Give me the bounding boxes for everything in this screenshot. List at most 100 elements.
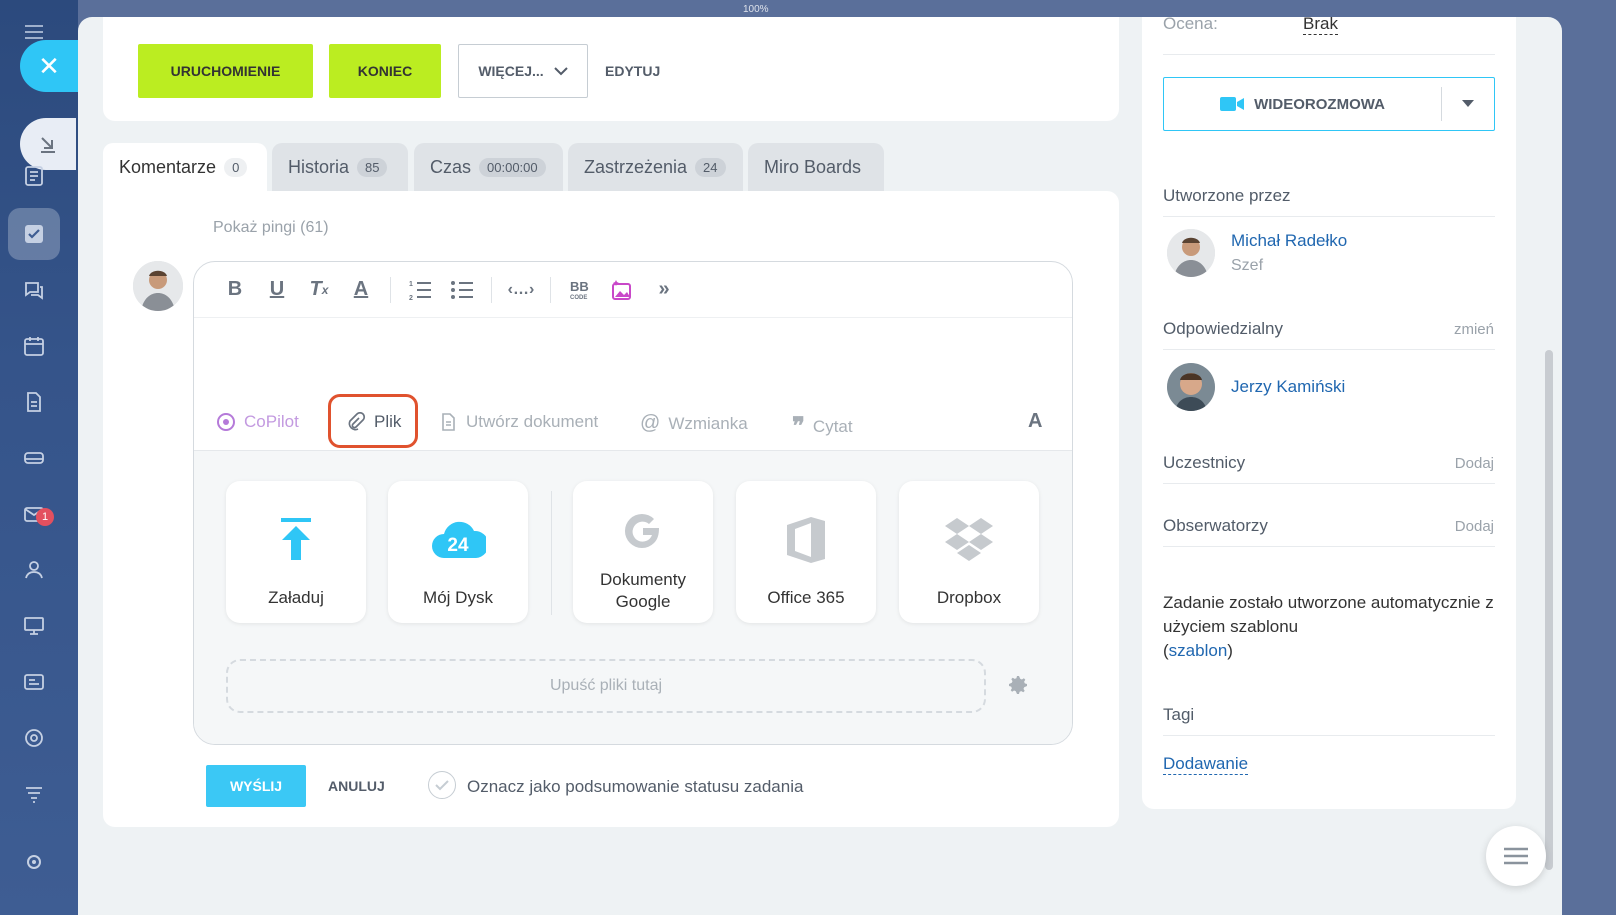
mail-badge: 1 — [36, 508, 54, 526]
close-icon: ✕ — [38, 50, 60, 81]
copilot-label: CoPilot — [244, 412, 299, 431]
bottom-menu-button[interactable] — [1486, 826, 1546, 886]
numbered-list-icon[interactable]: 12 — [399, 274, 441, 306]
my-drive-source[interactable]: 24 Mój Dysk — [388, 481, 528, 623]
svg-text:CODE: CODE — [570, 295, 587, 301]
template-link[interactable]: szablon — [1169, 641, 1228, 660]
caret-down-icon — [1462, 100, 1474, 107]
upload-source[interactable]: Załaduj — [226, 481, 366, 623]
edit-button[interactable]: EDYTUJ — [605, 63, 660, 79]
source-label: Dropbox — [936, 588, 1002, 607]
participants-label: Uczestnicy — [1163, 453, 1246, 472]
divider — [1163, 735, 1495, 736]
task-details-card: Ocena: Brak WIDEOROZMOWA Utworzone przez… — [1142, 14, 1516, 809]
user-avatar-icon — [1167, 229, 1215, 277]
change-responsible-link[interactable]: zmień — [1454, 321, 1494, 338]
finish-button[interactable]: KONIEC — [329, 44, 441, 98]
crm-icon[interactable] — [20, 668, 48, 696]
source-label: Office 365 — [767, 588, 845, 607]
drop-zone[interactable]: Upuść pliki tutaj — [226, 659, 986, 713]
avatar — [133, 261, 183, 311]
cancel-button[interactable]: ANULUJ — [328, 778, 385, 794]
tab-miro-boards[interactable]: Miro Boards — [748, 143, 884, 191]
bold-icon[interactable]: B — [214, 274, 256, 306]
add-participant-link[interactable]: Dodaj — [1455, 455, 1494, 472]
more-button[interactable]: WIĘCEJ... — [458, 44, 588, 98]
more-tools-icon[interactable]: » — [643, 274, 685, 306]
creator-role: Szef — [1231, 257, 1264, 274]
presentation-icon[interactable] — [20, 612, 48, 640]
settings-icon[interactable] — [20, 848, 48, 876]
video-call-main[interactable]: WIDEOROZMOWA — [1164, 87, 1442, 121]
chat-icon[interactable] — [20, 276, 48, 304]
copilot-button[interactable]: CoPilot — [216, 412, 299, 432]
add-tag-link[interactable]: Dodawanie — [1163, 754, 1249, 775]
font-settings-button[interactable]: A — [1028, 410, 1042, 433]
feed-icon[interactable] — [20, 162, 48, 190]
list-menu-icon — [1504, 847, 1528, 865]
mention-button[interactable]: @ Wzmianka — [640, 412, 748, 435]
video-call-dropdown[interactable] — [1442, 100, 1494, 108]
contacts-icon[interactable] — [20, 556, 48, 584]
scrollbar[interactable] — [1545, 350, 1553, 870]
responsible-name[interactable]: Jerzy Kamiński — [1231, 377, 1345, 397]
quote-icon: ❞ — [792, 413, 805, 440]
google-docs-source[interactable]: Dokumenty Google — [573, 481, 713, 623]
show-pings-link[interactable]: Pokaż pingi (61) — [213, 219, 329, 237]
target-icon[interactable] — [20, 724, 48, 752]
dropbox-icon — [945, 518, 993, 561]
code-icon[interactable]: ‹…› — [500, 274, 542, 306]
summary-checkbox[interactable] — [428, 771, 456, 799]
app-sidebar: ✕ 1 — [0, 0, 78, 915]
user-avatar-icon — [133, 261, 183, 311]
video-call-label: WIDEOROZMOWA — [1254, 95, 1385, 113]
upload-settings-button[interactable] — [1006, 673, 1030, 702]
quote-button[interactable]: ❞ Cytat — [792, 412, 853, 441]
svg-text:2: 2 — [409, 295, 413, 301]
divider — [1163, 216, 1495, 217]
upload-arrow-icon — [281, 518, 311, 560]
creator-name[interactable]: Michał Radełko — [1231, 231, 1347, 251]
responsible-avatar[interactable] — [1167, 363, 1215, 411]
drop-label: Upuść pliki tutaj — [549, 677, 663, 694]
create-document-label: Utwórz dokument — [466, 412, 599, 431]
bullet-list-icon[interactable] — [441, 274, 483, 306]
drive-icon[interactable] — [20, 444, 48, 472]
close-slider-button[interactable]: ✕ — [20, 40, 78, 92]
bbcode-icon[interactable]: BB CODE — [559, 274, 601, 306]
start-button[interactable]: URUCHOMIENIE — [138, 44, 313, 98]
document-icon[interactable] — [20, 388, 48, 416]
tab-history[interactable]: Historia 85 — [272, 143, 408, 191]
tab-objections[interactable]: Zastrzeżenia 24 — [568, 143, 743, 191]
editor-toolbar: B U Tx A 12 ‹…› BB CODE » — [194, 262, 1072, 318]
rating-value[interactable]: Brak — [1303, 14, 1338, 35]
tab-label: Historia — [288, 156, 350, 177]
observers-label: Obserwatorzy — [1163, 516, 1268, 535]
toolbar-divider — [390, 276, 391, 303]
funnel-icon[interactable] — [20, 780, 48, 808]
add-observer-link[interactable]: Dodaj — [1455, 518, 1494, 535]
create-document-button[interactable]: Utwórz dokument — [438, 412, 598, 432]
creator-avatar[interactable] — [1167, 229, 1215, 277]
video-call-button[interactable]: WIDEOROZMOWA — [1163, 77, 1495, 131]
user-avatar-icon — [1167, 363, 1215, 411]
underline-icon[interactable]: U — [256, 274, 298, 306]
office365-source[interactable]: Office 365 — [736, 481, 876, 623]
calendar-icon[interactable] — [20, 332, 48, 360]
cloud-drive-icon: 24 — [432, 521, 486, 558]
document-icon — [442, 413, 455, 431]
tab-time[interactable]: Czas 00:00:00 — [414, 143, 563, 191]
source-divider — [551, 491, 552, 615]
tab-label: Komentarze — [119, 156, 217, 177]
source-label: Mój Dysk — [423, 588, 493, 607]
tab-comments[interactable]: Komentarze 0 — [103, 143, 267, 191]
image-generate-icon[interactable] — [601, 274, 643, 306]
tasks-icon[interactable] — [20, 220, 48, 248]
dropbox-source[interactable]: Dropbox — [899, 481, 1039, 623]
arrow-down-right-icon — [41, 137, 55, 153]
source-label: Załaduj — [268, 588, 324, 607]
clear-format-icon[interactable]: Tx — [298, 274, 340, 306]
gear-icon — [1009, 676, 1027, 694]
text-color-icon[interactable]: A — [340, 274, 382, 306]
send-button[interactable]: WYŚLIJ — [206, 765, 306, 807]
